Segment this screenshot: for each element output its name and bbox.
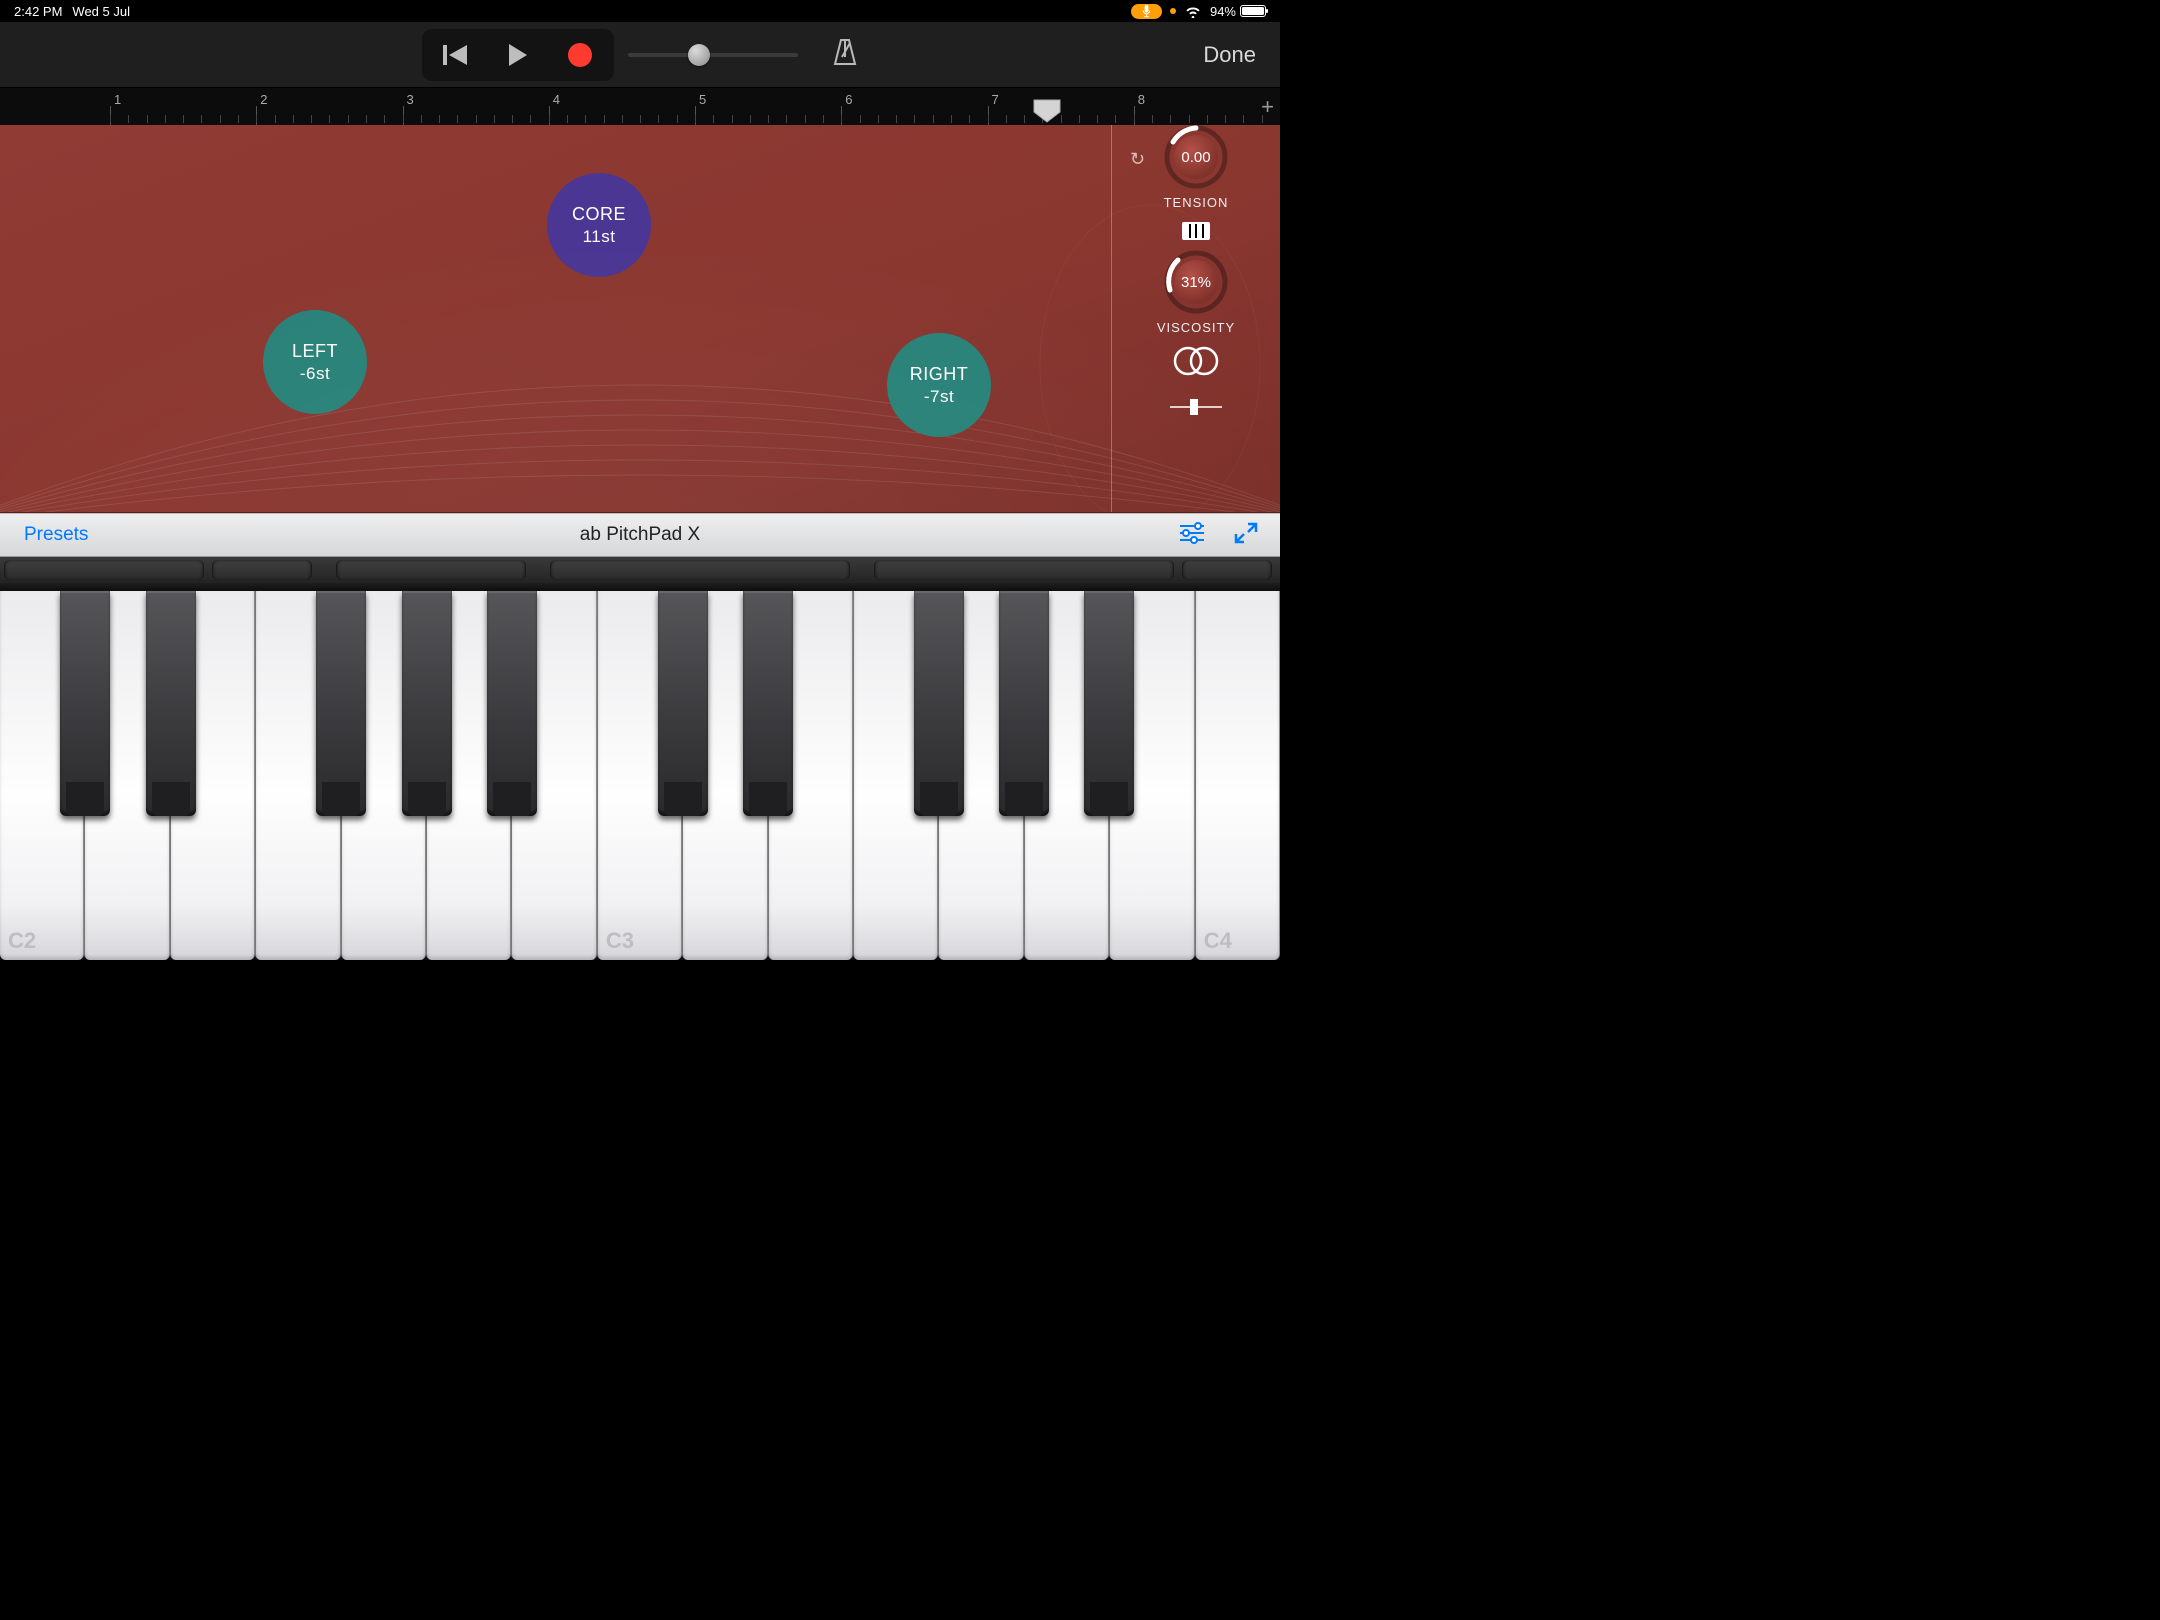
tension-value: 0.00 — [1181, 149, 1210, 166]
black-key[interactable] — [743, 591, 793, 816]
settings-sliders-button[interactable] — [1178, 522, 1206, 549]
key-label: C3 — [606, 928, 634, 954]
play-button[interactable] — [492, 35, 544, 75]
ruler-bar-label: 3 — [407, 92, 414, 107]
pitchpad-surface[interactable]: CORE 11st LEFT -6st RIGHT -7st ↻ 0.00 TE… — [0, 125, 1280, 513]
expand-button[interactable] — [1234, 522, 1258, 549]
timeline-ruler[interactable]: 1 2 3 4 5 6 7 8 + — [0, 87, 1280, 125]
rewind-button[interactable] — [430, 35, 482, 75]
status-time: 2:42 PM — [14, 4, 62, 19]
key-label: C2 — [8, 928, 36, 954]
add-section-button[interactable]: + — [1261, 94, 1274, 120]
viscosity-value: 31% — [1181, 274, 1211, 291]
control-strip: ↻ 0.00 TENSION 31% VISCOSITY — [1112, 125, 1280, 512]
metronome-button[interactable] — [832, 37, 858, 72]
black-key[interactable] — [146, 591, 196, 816]
tension-label: TENSION — [1164, 195, 1229, 210]
ruler-bar-label: 1 — [114, 92, 121, 107]
piano-keyboard[interactable]: C2 C3 C4 — [0, 583, 1280, 960]
done-button[interactable]: Done — [1203, 42, 1256, 68]
privacy-dot-icon — [1170, 8, 1176, 14]
preset-name[interactable]: ab PitchPad X — [580, 524, 700, 546]
mic-recording-pill[interactable] — [1131, 4, 1162, 19]
keyboard-mode-button[interactable] — [1182, 222, 1210, 240]
octave-selector[interactable] — [0, 557, 1280, 583]
status-bar: 2:42 PM Wed 5 Jul 94% — [0, 0, 1280, 22]
ruler-bar-label: 5 — [699, 92, 706, 107]
presets-button[interactable]: Presets — [24, 524, 88, 546]
right-label: RIGHT — [910, 364, 969, 385]
transport-bar: Done — [0, 22, 1280, 87]
ruler-bar-label: 2 — [260, 92, 267, 107]
wifi-icon — [1184, 4, 1202, 18]
black-key[interactable] — [914, 591, 964, 816]
viscosity-label: VISCOSITY — [1157, 320, 1235, 335]
volume-slider[interactable] — [628, 53, 798, 57]
right-pitch-node[interactable]: RIGHT -7st — [887, 333, 991, 437]
left-value: -6st — [300, 364, 330, 384]
battery-percent: 94% — [1210, 4, 1236, 19]
key-label: C4 — [1204, 928, 1232, 954]
core-label: CORE — [572, 204, 626, 225]
right-value: -7st — [924, 387, 954, 407]
tension-knob[interactable]: ↻ 0.00 — [1166, 127, 1226, 187]
ruler-bar-label: 4 — [553, 92, 560, 107]
core-value: 11st — [583, 227, 616, 247]
ruler-bar-label: 8 — [1138, 92, 1145, 107]
status-date: Wed 5 Jul — [72, 4, 130, 19]
reset-icon[interactable]: ↻ — [1130, 149, 1145, 170]
record-button[interactable] — [554, 35, 606, 75]
black-key[interactable] — [402, 591, 452, 816]
black-key[interactable] — [1084, 591, 1134, 816]
preset-bar: Presets ab PitchPad X — [0, 513, 1280, 557]
black-key[interactable] — [658, 591, 708, 816]
black-key[interactable] — [487, 591, 537, 816]
left-pitch-node[interactable]: LEFT -6st — [263, 310, 367, 414]
ruler-bar-label: 7 — [992, 92, 999, 107]
left-label: LEFT — [292, 341, 338, 362]
black-key[interactable] — [999, 591, 1049, 816]
link-mode-button[interactable] — [1170, 343, 1222, 384]
core-pitch-node[interactable]: CORE 11st — [547, 173, 651, 277]
mix-fader[interactable] — [1170, 404, 1222, 410]
black-key[interactable] — [316, 591, 366, 816]
battery-icon — [1240, 5, 1266, 17]
ruler-bar-label: 6 — [845, 92, 852, 107]
viscosity-knob[interactable]: 31% — [1166, 252, 1226, 312]
black-key[interactable] — [60, 591, 110, 816]
